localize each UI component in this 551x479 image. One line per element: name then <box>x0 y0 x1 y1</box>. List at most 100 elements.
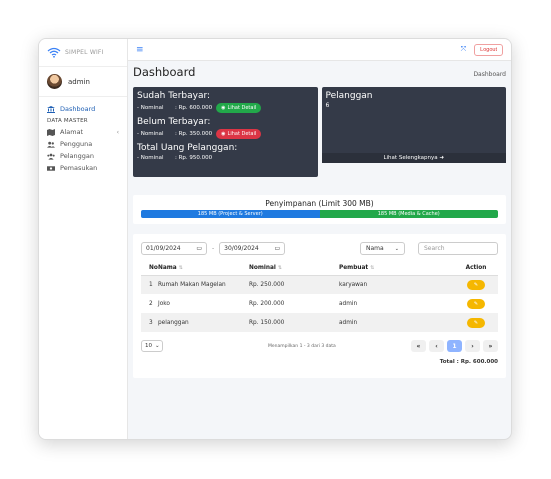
cell-action: ✎ <box>454 313 498 332</box>
total-title: Total Uang Pelanggan: <box>137 143 238 153</box>
storage-media-segment: 185 MB (Media & Cache) <box>319 210 498 218</box>
table-row: 1 Rumah Makan Magelan Rp. 250.000 karyaw… <box>141 275 498 294</box>
pencil-icon: ✎ <box>473 300 479 307</box>
eye-icon: ◉ <box>221 131 226 137</box>
edit-button[interactable]: ✎ <box>467 298 485 309</box>
sidebar-item-pengguna[interactable]: Pengguna <box>39 138 127 150</box>
user-name: admin <box>68 77 90 86</box>
arrow-circle-right-icon: ➜ <box>439 155 445 161</box>
search-input[interactable]: Search <box>418 242 498 255</box>
table-row: 2 Joko Rp. 200.000 admin ✎ <box>141 294 498 313</box>
income-total: Total : Rp. 600.000 <box>439 359 498 365</box>
user-panel[interactable]: admin <box>39 67 127 97</box>
map-icon <box>47 128 55 136</box>
sidebar-nav: Dashboard DATA MASTER Alamat ‹ Pengguna <box>39 97 127 174</box>
sidebar-item-pemasukan[interactable]: Pemasukan <box>39 162 127 174</box>
cell-nominal: Rp. 200.000 <box>249 300 285 307</box>
storage-project-segment: 185 MB (Project & Server) <box>141 210 320 218</box>
page-prev-button[interactable]: ‹ <box>429 340 444 352</box>
paid-title: Sudah Terbayar: <box>137 91 211 101</box>
date-from-value: 01/09/2024 <box>146 245 181 252</box>
pagination-info: Menampilkan 1 - 3 dari 3 data <box>268 343 336 349</box>
main-content: Dashboard Dashboard Sudah Terbayar: - No… <box>128 61 511 439</box>
chevron-down-icon: ⌄ <box>155 343 160 349</box>
money-icon <box>47 165 55 172</box>
cell-no: 2 <box>149 300 153 307</box>
col-nama[interactable]: Nama ⇅ <box>158 261 249 276</box>
cell-pembuat: karyawan <box>339 275 454 294</box>
unpaid-detail-label: Lihat Detail <box>227 131 257 137</box>
sidebar-item-label: Pengguna <box>60 140 93 148</box>
sidebar-item-label: Pelanggan <box>60 152 94 160</box>
chevron-down-icon: ⌄ <box>394 245 399 252</box>
sidebar-item-alamat[interactable]: Alamat ‹ <box>39 126 127 138</box>
pencil-icon: ✎ <box>473 319 479 326</box>
date-separator: - <box>212 245 215 252</box>
paid-detail-button[interactable]: ◉ Lihat Detail <box>216 103 262 113</box>
col-nominal-label: Nominal <box>249 264 276 271</box>
col-action-label: Action <box>465 264 487 271</box>
edit-button[interactable]: ✎ <box>467 317 485 328</box>
date-from-input[interactable]: 01/09/2024 ▭ <box>141 242 207 255</box>
sort-select[interactable]: Nama ⌄ <box>360 242 405 255</box>
calendar-icon[interactable]: ▭ <box>275 245 281 252</box>
total-value: : Rp. 950.000 <box>175 155 213 161</box>
unpaid-detail-button[interactable]: ◉ Lihat Detail <box>216 129 262 139</box>
brand[interactable]: SIMPEL WIFI <box>39 39 127 67</box>
topbar: ≡ ⤧ Logout <box>128 39 511 61</box>
customers-card: Pelanggan 6 Lihat Selengkapnya ➜ <box>321 87 506 163</box>
cell-nama: Joko <box>158 300 170 307</box>
cell-nominal: Rp. 250.000 <box>249 275 339 294</box>
paid-detail-label: Lihat Detail <box>227 105 257 111</box>
cell-nama: Rumah Makan Magelan <box>158 275 249 294</box>
unpaid-label: - Nominal <box>137 131 164 137</box>
col-pembuat-label: Pembuat <box>339 264 369 271</box>
page-last-button[interactable]: » <box>483 340 498 352</box>
customers-more-link[interactable]: Lihat Selengkapnya ➜ <box>321 153 506 163</box>
date-to-input[interactable]: 30/09/2024 ▭ <box>219 242 286 255</box>
page-current-button[interactable]: 1 <box>447 340 462 352</box>
customers-title: Pelanggan <box>325 91 373 101</box>
customers-count: 6 <box>325 102 330 109</box>
per-page-select[interactable]: 10 ⌄ <box>141 340 163 352</box>
users-group-icon <box>47 153 55 160</box>
calendar-icon[interactable]: ▭ <box>196 245 202 252</box>
pencil-icon: ✎ <box>473 281 479 288</box>
sort-icon: ⇅ <box>277 264 283 271</box>
sidebar: SIMPEL WIFI admin Dashboard DATA MASTER … <box>39 39 128 439</box>
col-nominal[interactable]: Nominal ⇅ <box>249 261 339 276</box>
paid-value: : Rp. 600.000 <box>175 105 213 111</box>
brand-name: SIMPEL WIFI <box>65 49 104 56</box>
cell-no: 1 <box>141 275 158 294</box>
cell-action: ✎ <box>454 294 498 313</box>
breadcrumb[interactable]: Dashboard <box>473 71 506 78</box>
unpaid-title: Belum Terbayar: <box>137 117 211 127</box>
col-action: Action <box>454 261 498 276</box>
cell-nama: pelanggan <box>158 313 249 332</box>
storage-title: Penyimpanan (Limit 300 MB) <box>265 199 374 208</box>
col-no: No <box>141 261 158 276</box>
col-pembuat[interactable]: Pembuat ⇅ <box>339 261 454 276</box>
logout-button[interactable]: Logout <box>474 43 503 56</box>
menu-toggle-icon[interactable]: ≡ <box>136 45 144 55</box>
sidebar-item-pelanggan[interactable]: Pelanggan <box>39 150 127 162</box>
users-icon <box>47 141 55 148</box>
fullscreen-icon[interactable]: ⤧ <box>461 45 467 54</box>
page-first-button[interactable]: « <box>411 340 426 352</box>
wifi-icon <box>47 43 61 62</box>
page-title: Dashboard <box>133 65 196 79</box>
sidebar-item-label: Pemasukan <box>60 164 98 172</box>
edit-button[interactable]: ✎ <box>467 279 485 290</box>
paid-label: - Nominal <box>137 105 164 111</box>
sidebar-item-label: Alamat <box>60 128 84 136</box>
pagination: « ‹ 1 › » <box>411 340 498 352</box>
page-next-button[interactable]: › <box>465 340 480 352</box>
sidebar-item-dashboard[interactable]: Dashboard <box>39 103 127 115</box>
sidebar-item-label: Dashboard <box>60 105 96 113</box>
sort-icon: ⇅ <box>370 264 375 271</box>
storage-panel: Penyimpanan (Limit 300 MB) 185 MB (Proje… <box>133 195 506 224</box>
app-window: SIMPEL WIFI admin Dashboard DATA MASTER … <box>38 38 512 440</box>
date-to-value: 30/09/2024 <box>224 245 259 252</box>
cell-pembuat: admin <box>339 300 358 307</box>
customers-more-label: Lihat Selengkapnya <box>383 155 438 161</box>
